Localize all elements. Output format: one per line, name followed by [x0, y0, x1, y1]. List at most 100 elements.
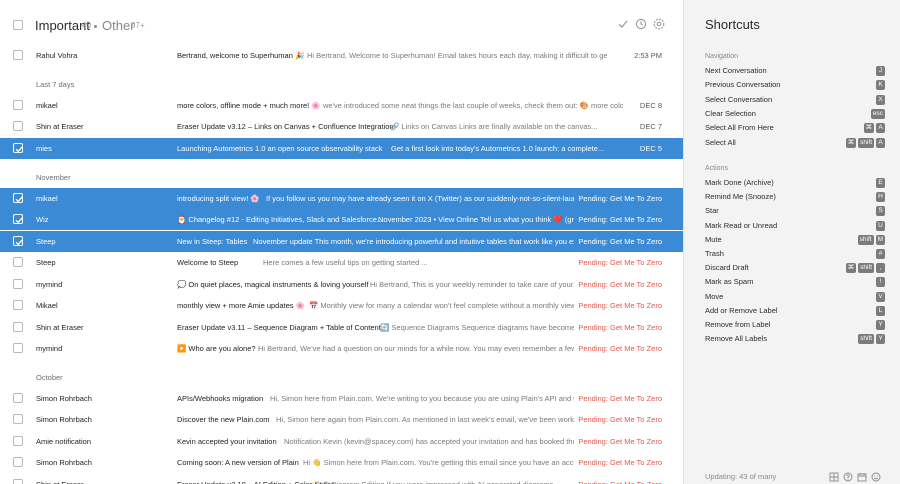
conversation-row[interactable]: Mikael monthly view + more Amie updates 🌸… — [0, 295, 683, 316]
row-sender: Steep — [36, 237, 56, 246]
row-sender: Simon Rohrbach — [36, 394, 92, 403]
help-icon[interactable] — [843, 472, 853, 482]
settings-icon[interactable] — [653, 18, 665, 30]
row-subject: Kevin accepted your invitation — [177, 437, 277, 446]
shortcut-keys: Y — [876, 320, 885, 330]
row-subject: Launching Autometrics 1.0 an open source… — [177, 144, 383, 153]
check-icon[interactable] — [617, 18, 629, 30]
shortcut-item[interactable]: Star S — [705, 206, 885, 218]
row-checkbox[interactable] — [13, 279, 23, 289]
shortcut-item[interactable]: Mark Done (Archive) E — [705, 178, 885, 190]
row-subject: 🎅 Changelog #12 - Editing Initiatives, S… — [177, 215, 384, 224]
conversation-row[interactable]: Rahul Vohra Bertrand, welcome to Superhum… — [0, 45, 683, 66]
conversation-row[interactable]: mies Launching Autometrics 1.0 an open so… — [0, 138, 683, 159]
tab-other[interactable]: Other — [102, 18, 135, 33]
row-checkbox[interactable] — [13, 193, 23, 203]
key-badge: A — [876, 123, 885, 134]
row-checkbox[interactable] — [13, 100, 23, 110]
row-checkbox[interactable] — [13, 457, 23, 467]
shortcut-item[interactable]: Discard Draft ⌘ shift, — [705, 263, 885, 275]
shortcut-group-label: Navigation — [705, 53, 739, 60]
grid-icon[interactable] — [829, 472, 839, 482]
shortcut-item[interactable]: Add or Remove Label L — [705, 305, 885, 318]
row-subject: New in Steep: Tables — [177, 237, 248, 246]
row-checkbox[interactable] — [13, 214, 23, 224]
shortcut-item[interactable]: Select All ⌘ shift A — [705, 137, 885, 150]
conversation-row[interactable]: Shin at Eraser Eraser Update v3.11 – Sequ… — [0, 317, 683, 338]
row-sender: mikael — [36, 101, 58, 110]
shortcut-label: Remove All Labels — [705, 334, 768, 344]
shortcut-label: Add or Remove Label — [705, 305, 778, 315]
row-checkbox[interactable] — [13, 436, 23, 446]
shortcut-item[interactable]: Mark Read or Unread U — [705, 220, 885, 233]
row-checkbox[interactable] — [13, 300, 23, 310]
conversation-row[interactable]: mymind 💭 On quiet places, magical instrum… — [0, 274, 683, 295]
row-snippet: Hi, Simon here again from Plain.com. As … — [276, 415, 578, 424]
conversation-row[interactable]: Simon Rohrbach Discover the new Plain.com… — [0, 409, 683, 430]
pending-status: Pending: Get Me To Zero — [574, 301, 662, 310]
row-checkbox[interactable] — [13, 322, 23, 332]
conversation-row[interactable]: Steep New in Steep: Tables November update… — [0, 231, 683, 252]
conversation-row[interactable]: Simon Rohrbach Coming soon: A new version… — [0, 452, 683, 473]
shortcut-item[interactable]: Trash # — [705, 249, 885, 261]
key-badge: shift — [857, 234, 874, 245]
conversation-row[interactable]: Wiz 🎅 Changelog #12 - Editing Initiatives… — [0, 209, 683, 230]
row-snippet: 🔄 Sequence Diagrams Sequence diagrams ha… — [380, 323, 578, 332]
pending-status: Pending: Get Me To Zero — [574, 237, 662, 246]
key-badge: shift — [858, 137, 874, 148]
conversation-row[interactable]: mikael introducing split view! 🌸 If you fo… — [0, 188, 683, 209]
row-checkbox[interactable] — [13, 236, 23, 246]
key-badge: ⌘ — [863, 123, 874, 134]
shortcut-keys: E — [876, 178, 885, 188]
shortcut-item[interactable]: Remove All Labels shift Y — [705, 334, 885, 346]
shortcut-label: Remind Me (Snooze) — [705, 192, 776, 202]
key-badge: M — [875, 234, 885, 245]
calendar-icon[interactable] — [857, 472, 867, 482]
shortcut-item[interactable]: Move V — [705, 291, 885, 304]
emoji-icon[interactable] — [871, 472, 881, 482]
shortcut-item[interactable]: Previous Conversation K — [705, 80, 885, 92]
select-all-checkbox[interactable] — [13, 20, 23, 30]
conversation-row[interactable]: Amie notification Kevin accepted your inv… — [0, 431, 683, 452]
conversation-row[interactable]: Steep Welcome to Steep Here comes a few us… — [0, 252, 683, 273]
row-checkbox[interactable] — [13, 257, 23, 267]
row-checkbox[interactable] — [13, 343, 23, 353]
row-checkbox[interactable] — [13, 121, 23, 131]
row-sender: Shin at Eraser — [36, 323, 84, 332]
key-badge: K — [876, 80, 885, 91]
row-checkbox[interactable] — [13, 143, 23, 153]
key-badge: Y — [876, 334, 885, 345]
shortcut-label: Move — [705, 291, 724, 301]
row-sender: Mikael — [36, 301, 58, 310]
shortcut-label: Mark as Spam — [705, 277, 754, 287]
pending-status: Pending: Get Me To Zero — [574, 323, 662, 332]
conversation-row[interactable]: Simon Rohrbach APIs/Webhooks migration Hi,… — [0, 388, 683, 409]
shortcut-item[interactable]: Clear Selection esc — [705, 108, 885, 121]
row-snippet: we've introduced some neat things the la… — [323, 101, 623, 110]
row-date: 2:53 PM — [634, 51, 662, 60]
shortcut-label: Select Conversation — [705, 94, 773, 104]
tab-important-count: 40 — [82, 21, 91, 30]
clock-icon[interactable] — [635, 18, 647, 30]
conversation-row[interactable]: Shin at EraserEraser Update v3.10 – AI E… — [0, 474, 683, 484]
pending-status: Pending: Get Me To Zero — [574, 280, 662, 289]
row-checkbox[interactable] — [13, 414, 23, 424]
row-sender: mies — [36, 144, 52, 153]
row-subject: Welcome to Steep — [177, 258, 239, 267]
row-date: DEC 7 — [639, 122, 662, 131]
row-checkbox[interactable] — [13, 50, 23, 60]
shortcut-label: Select All From Here — [705, 123, 774, 133]
shortcut-item[interactable]: Next Conversation J — [705, 66, 885, 78]
shortcut-item[interactable]: Remind Me (Snooze) H — [705, 192, 885, 204]
conversation-row[interactable]: mikael more colors, offline mode + much m… — [0, 95, 683, 116]
row-checkbox[interactable] — [13, 393, 23, 403]
conversation-row[interactable]: Shin at Eraser Eraser Update v3.12 – Link… — [0, 116, 683, 137]
conversation-row[interactable]: mymind ▶️ Who are you alone? Hi Bertrand, … — [0, 338, 683, 359]
pending-status: Pending: Get Me To Zero — [574, 394, 662, 403]
row-checkbox[interactable] — [13, 479, 23, 484]
shortcut-item[interactable]: Mute shift M — [705, 234, 885, 247]
shortcut-item[interactable]: Select Conversation X — [705, 94, 885, 107]
shortcut-item[interactable]: Select All From Here ⌘ A — [705, 123, 885, 135]
shortcut-item[interactable]: Remove from Label Y — [705, 320, 885, 332]
shortcut-item[interactable]: Mark as Spam! — [705, 277, 885, 289]
